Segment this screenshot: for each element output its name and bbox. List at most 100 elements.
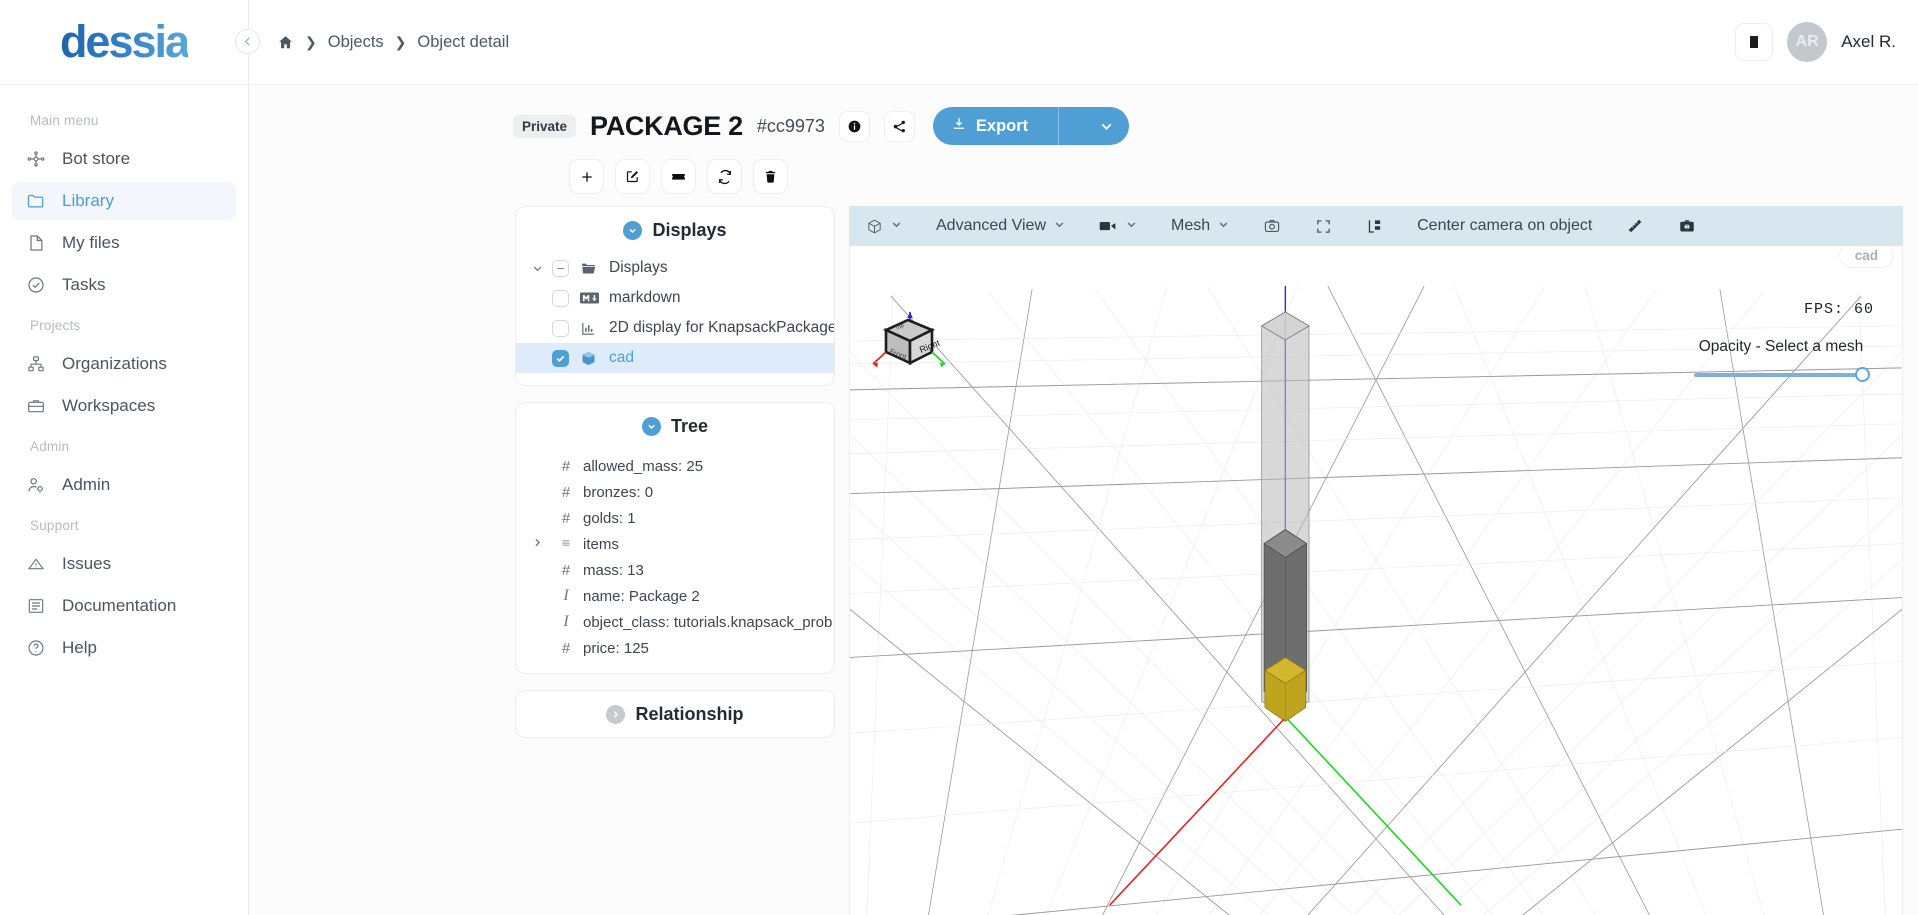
avatar[interactable]: AR	[1787, 22, 1828, 62]
view-mode-select[interactable]: Advanced View	[919, 206, 1082, 246]
sidebar-item-label: Documentation	[62, 596, 177, 615]
displays-panel: Displays − Displays markdown 2D display …	[515, 206, 835, 386]
displays-node-checkbox[interactable]: −	[552, 259, 569, 277]
fullscreen-button[interactable]	[1298, 206, 1349, 246]
displays-node-label: 2D display for KnapsackPackage	[609, 319, 834, 336]
sidebar-item-workspaces[interactable]: Workspaces	[12, 387, 236, 425]
chevron-down-icon	[1054, 219, 1065, 233]
relationship-panel[interactable]: Relationship	[515, 690, 835, 738]
chevron-down-icon[interactable]	[532, 263, 552, 274]
displays-node-2d-display[interactable]: 2D display for KnapsackPackage	[516, 313, 834, 343]
breadcrumb-item-object-detail[interactable]: Object detail	[417, 33, 509, 52]
label-button[interactable]	[661, 159, 696, 194]
tree-view-button[interactable]	[1349, 206, 1400, 246]
hierarchy-icon	[1366, 218, 1383, 235]
refresh-button[interactable]	[707, 159, 742, 194]
sidebar-item-organizations[interactable]: Organizations	[12, 345, 236, 383]
tree-property-label: items	[583, 535, 619, 553]
sidebar-item-tasks[interactable]: Tasks	[12, 266, 236, 304]
sidebar-item-documentation[interactable]: Documentation	[12, 587, 236, 625]
camera-mode-select[interactable]	[1082, 206, 1154, 246]
tree-property-row[interactable]: # bronzes: 0	[516, 479, 834, 505]
export-button[interactable]: Export	[932, 107, 1130, 145]
tree-property-label: object_class: tutorials.knapsack_prob	[583, 613, 833, 631]
viewer-column: Advanced View Mesh Center camera on obje…	[835, 206, 1918, 915]
opacity-control: Opacity - Select a mesh	[1686, 338, 1876, 383]
briefcase-icon	[26, 396, 46, 416]
opacity-slider[interactable]	[1686, 367, 1876, 383]
displays-node-checkbox[interactable]	[552, 319, 569, 337]
visibility-badge: Private	[513, 114, 577, 138]
sidebar-item-help[interactable]: Help	[12, 629, 236, 667]
opacity-slider-track[interactable]	[1694, 373, 1858, 377]
center-camera-button[interactable]: Center camera on object	[1400, 206, 1609, 246]
chevron-down-circle-icon	[623, 221, 643, 240]
displays-panel-header[interactable]: Displays	[516, 207, 834, 253]
sidebar-group-label-main: Main menu	[30, 113, 99, 128]
measure-button[interactable]	[1609, 206, 1661, 246]
tree-property-row-items[interactable]: ≡ items	[516, 531, 834, 557]
sidebar-item-library[interactable]: Library	[12, 182, 236, 220]
info-circle-icon[interactable]	[838, 110, 870, 142]
topbar: ❯ Objects ❯ Object detail AR Axel R.	[249, 0, 1918, 85]
home-icon[interactable]	[277, 34, 294, 51]
logo[interactable]: dessia	[0, 0, 248, 85]
displays-node-root[interactable]: − Displays	[516, 253, 834, 283]
navigation-cube[interactable]: Right Front Top	[870, 308, 950, 378]
number-type-icon: #	[561, 639, 571, 657]
sidebar-collapse-icon[interactable]	[235, 29, 260, 54]
breadcrumb: ❯ Objects ❯ Object detail	[277, 33, 509, 52]
username-label[interactable]: Axel R.	[1841, 32, 1896, 52]
view-cube-select[interactable]	[849, 206, 919, 246]
chevron-right-icon[interactable]	[532, 537, 556, 551]
book-lines-icon	[26, 596, 46, 616]
sidebar-item-bot-store[interactable]: Bot store	[12, 140, 236, 178]
tree-panel: Tree # allowed_mass: 25 # bronzes: 0 # g…	[515, 402, 835, 674]
viewer-tab-cad[interactable]: cad	[1838, 246, 1894, 268]
screenshot-button[interactable]	[1246, 206, 1298, 246]
edit-button[interactable]	[615, 159, 650, 194]
cube-icon	[580, 350, 600, 367]
relationship-panel-header[interactable]: Relationship	[516, 691, 834, 737]
tree-panel-header[interactable]: Tree	[516, 403, 834, 449]
mesh-select[interactable]: Mesh	[1154, 206, 1246, 246]
tree-property-row[interactable]: I name: Package 2	[516, 583, 834, 609]
share-nodes-icon[interactable]	[883, 110, 915, 142]
add-button[interactable]	[569, 159, 604, 194]
org-chart-icon	[26, 354, 46, 374]
notebook-icon[interactable]	[1735, 23, 1774, 61]
question-circle-icon	[26, 638, 46, 658]
displays-node-checkbox[interactable]	[552, 349, 569, 367]
breadcrumb-item-objects[interactable]: Objects	[328, 33, 384, 52]
sidebar-item-my-files[interactable]: My files	[12, 224, 236, 262]
displays-node-checkbox[interactable]	[552, 289, 569, 307]
viewer-3d[interactable]: cad Right Front Top FPS: 60 Opacity - Se…	[849, 246, 1903, 915]
tree-property-row[interactable]: # allowed_mass: 25	[516, 453, 834, 479]
displays-node-cad[interactable]: cad	[516, 343, 834, 373]
fps-readout: FPS: 60	[1804, 301, 1874, 318]
sidebar-group-label-support: Support	[30, 518, 79, 533]
sidebar-item-issues[interactable]: Issues	[12, 545, 236, 583]
tree-property-row[interactable]: # golds: 1	[516, 505, 834, 531]
displays-tree: − Displays markdown 2D display for Knaps…	[516, 253, 834, 385]
sidebar-item-label: Tasks	[62, 275, 106, 294]
warning-triangle-icon	[26, 554, 46, 574]
tree-property-row[interactable]: # mass: 13	[516, 557, 834, 583]
chevron-down-icon[interactable]	[1089, 120, 1123, 133]
file-icon	[26, 233, 46, 253]
opacity-slider-knob[interactable]	[1855, 367, 1870, 382]
sidebar-nav: Main menu Bot store Library My files Tas…	[0, 85, 248, 667]
tree-property-row[interactable]: I object_class: tutorials.knapsack_prob	[516, 609, 834, 635]
user-gear-icon	[26, 475, 46, 495]
tree-property-row[interactable]: # price: 125	[516, 635, 834, 661]
ruler-icon	[1626, 217, 1644, 235]
displays-node-label: Displays	[609, 259, 668, 276]
save-view-button[interactable]	[1661, 206, 1713, 246]
displays-node-markdown[interactable]: markdown	[516, 283, 834, 313]
delete-button[interactable]	[753, 159, 788, 194]
displays-panel-title: Displays	[652, 220, 727, 240]
export-button-label: Export	[975, 116, 1029, 135]
sidebar-item-label: Library	[62, 191, 114, 210]
nav-cube-svg: Right Front Top	[872, 312, 946, 368]
sidebar-item-admin[interactable]: Admin	[12, 466, 236, 504]
